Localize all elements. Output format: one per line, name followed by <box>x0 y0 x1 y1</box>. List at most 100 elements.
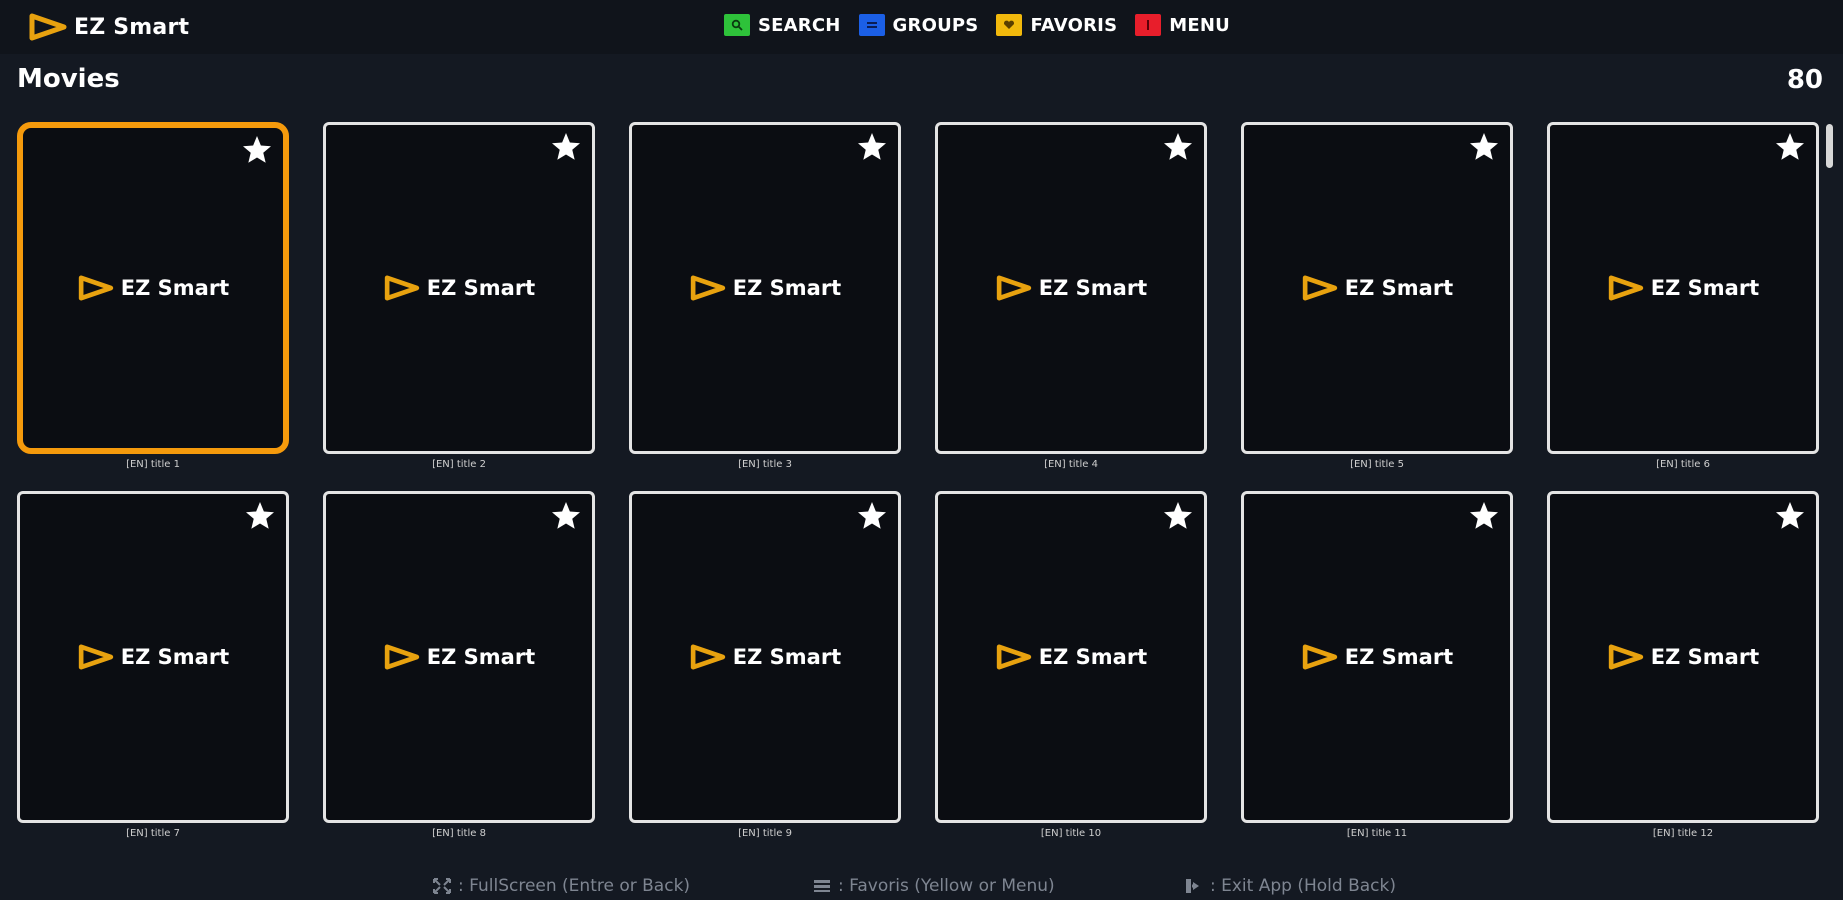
movie-title: [EN] title 4 <box>1044 459 1098 470</box>
red-key <box>1135 14 1162 36</box>
movie-title: [EN] title 7 <box>126 828 180 839</box>
movie-title: [EN] title 9 <box>738 828 792 839</box>
movie-card-1[interactable]: EZ Smart [EN] title 1 <box>17 122 289 473</box>
favorite-star-icon[interactable] <box>241 134 273 166</box>
poster-logo-text: EZ Smart <box>120 276 230 300</box>
nav-favoris[interactable]: FAVORIS <box>996 14 1117 36</box>
movie-title: [EN] title 1 <box>126 459 180 470</box>
play-logo-icon <box>1608 644 1643 670</box>
play-logo-icon <box>690 644 725 670</box>
nav-menu-label: MENU <box>1169 14 1230 36</box>
movie-card-4[interactable]: EZ Smart [EN] title 4 <box>935 122 1207 473</box>
favorite-star-icon[interactable] <box>856 131 888 163</box>
poster-placeholder-logo: EZ Smart <box>1301 644 1453 670</box>
favorite-star-icon[interactable] <box>1468 500 1500 532</box>
poster-placeholder-logo: EZ Smart <box>689 644 841 670</box>
poster-logo-text: EZ Smart <box>426 276 536 300</box>
list-icon <box>866 22 877 28</box>
poster-logo-text: EZ Smart <box>1650 276 1760 300</box>
movie-title: [EN] title 8 <box>432 828 486 839</box>
poster-placeholder-logo: EZ Smart <box>689 275 841 301</box>
app-logo: EZ Smart <box>28 10 189 44</box>
movie-poster: EZ Smart <box>935 491 1207 823</box>
play-logo-icon <box>1302 275 1337 301</box>
movie-title: [EN] title 5 <box>1350 459 1404 470</box>
movie-poster: EZ Smart <box>1241 122 1513 454</box>
fullscreen-icon <box>433 878 451 894</box>
play-logo-icon <box>690 275 725 301</box>
hint-favoris-text: : Favoris (Yellow or Menu) <box>838 876 1055 896</box>
favorite-star-icon[interactable] <box>244 500 276 532</box>
movie-card-2[interactable]: EZ Smart [EN] title 2 <box>323 122 595 473</box>
movie-poster: EZ Smart <box>17 122 289 454</box>
movie-poster: EZ Smart <box>323 122 595 454</box>
play-logo-icon <box>78 275 113 301</box>
color-key-nav: SEARCH GROUPS FAVORIS MENU <box>724 14 1230 36</box>
yellow-key <box>996 14 1023 36</box>
movie-poster: EZ Smart <box>629 491 901 823</box>
movie-title: [EN] title 2 <box>432 459 486 470</box>
movie-card-7[interactable]: EZ Smart [EN] title 7 <box>17 491 289 842</box>
menu-icon <box>1147 20 1150 30</box>
movie-card-12[interactable]: EZ Smart [EN] title 12 <box>1547 491 1819 842</box>
favorite-star-icon[interactable] <box>550 131 582 163</box>
play-logo-icon <box>384 275 419 301</box>
movie-poster: EZ Smart <box>1547 122 1819 454</box>
section-count: 80 <box>1786 65 1823 95</box>
movie-poster: EZ Smart <box>629 122 901 454</box>
movie-title: [EN] title 3 <box>738 459 792 470</box>
menu-lines-icon <box>814 880 830 892</box>
poster-placeholder-logo: EZ Smart <box>1607 275 1759 301</box>
poster-logo-text: EZ Smart <box>426 645 536 669</box>
movie-poster: EZ Smart <box>1241 491 1513 823</box>
poster-logo-text: EZ Smart <box>732 276 842 300</box>
poster-logo-text: EZ Smart <box>1038 645 1148 669</box>
movie-card-5[interactable]: EZ Smart [EN] title 5 <box>1241 122 1513 473</box>
grid-scrollbar-thumb[interactable] <box>1826 124 1833 168</box>
play-logo-icon <box>29 13 67 41</box>
movie-grid: EZ Smart [EN] title 1 EZ Smart [EN] titl… <box>17 122 1821 842</box>
section-title: Movies <box>17 64 120 94</box>
poster-placeholder-logo: EZ Smart <box>77 644 229 670</box>
play-logo-icon <box>78 644 113 670</box>
favorite-star-icon[interactable] <box>1774 500 1806 532</box>
favorite-star-icon[interactable] <box>1162 500 1194 532</box>
movie-card-3[interactable]: EZ Smart [EN] title 3 <box>629 122 901 473</box>
nav-groups[interactable]: GROUPS <box>858 14 979 36</box>
footer-hints: : FullScreen (Entre or Back) : Favoris (… <box>0 874 1843 900</box>
poster-placeholder-logo: EZ Smart <box>1301 275 1453 301</box>
movie-card-10[interactable]: EZ Smart [EN] title 10 <box>935 491 1207 842</box>
favorite-star-icon[interactable] <box>550 500 582 532</box>
poster-logo-text: EZ Smart <box>1650 645 1760 669</box>
poster-placeholder-logo: EZ Smart <box>383 275 535 301</box>
app-logo-text: EZ Smart <box>74 14 190 40</box>
movie-card-6[interactable]: EZ Smart [EN] title 6 <box>1547 122 1819 473</box>
poster-logo-text: EZ Smart <box>732 645 842 669</box>
hint-favoris: : Favoris (Yellow or Menu) <box>812 876 1055 896</box>
favorite-star-icon[interactable] <box>1468 131 1500 163</box>
poster-logo-text: EZ Smart <box>1038 276 1148 300</box>
movie-poster: EZ Smart <box>323 491 595 823</box>
movie-card-9[interactable]: EZ Smart [EN] title 9 <box>629 491 901 842</box>
movie-title: [EN] title 11 <box>1346 828 1408 839</box>
favorite-star-icon[interactable] <box>856 500 888 532</box>
exit-icon <box>1186 879 1199 893</box>
poster-placeholder-logo: EZ Smart <box>995 275 1147 301</box>
play-logo-icon <box>996 644 1031 670</box>
play-logo-icon <box>1608 275 1643 301</box>
favorite-star-icon[interactable] <box>1774 131 1806 163</box>
movie-poster: EZ Smart <box>1547 491 1819 823</box>
favorite-star-icon[interactable] <box>1162 131 1194 163</box>
nav-favoris-label: FAVORIS <box>1030 14 1118 36</box>
heart-icon <box>1004 20 1015 29</box>
hint-exit-text: : Exit App (Hold Back) <box>1210 876 1396 896</box>
nav-menu[interactable]: MENU <box>1135 14 1230 36</box>
blue-key <box>858 14 885 36</box>
hint-exit: : Exit App (Hold Back) <box>1184 876 1396 896</box>
movie-card-8[interactable]: EZ Smart [EN] title 8 <box>323 491 595 842</box>
nav-search[interactable]: SEARCH <box>724 14 841 36</box>
movie-title: [EN] title 6 <box>1656 459 1710 470</box>
nav-groups-label: GROUPS <box>892 14 979 36</box>
top-bar: EZ Smart SEARCH GROUPS FAVORIS MENU <box>0 0 1843 54</box>
movie-card-11[interactable]: EZ Smart [EN] title 11 <box>1241 491 1513 842</box>
